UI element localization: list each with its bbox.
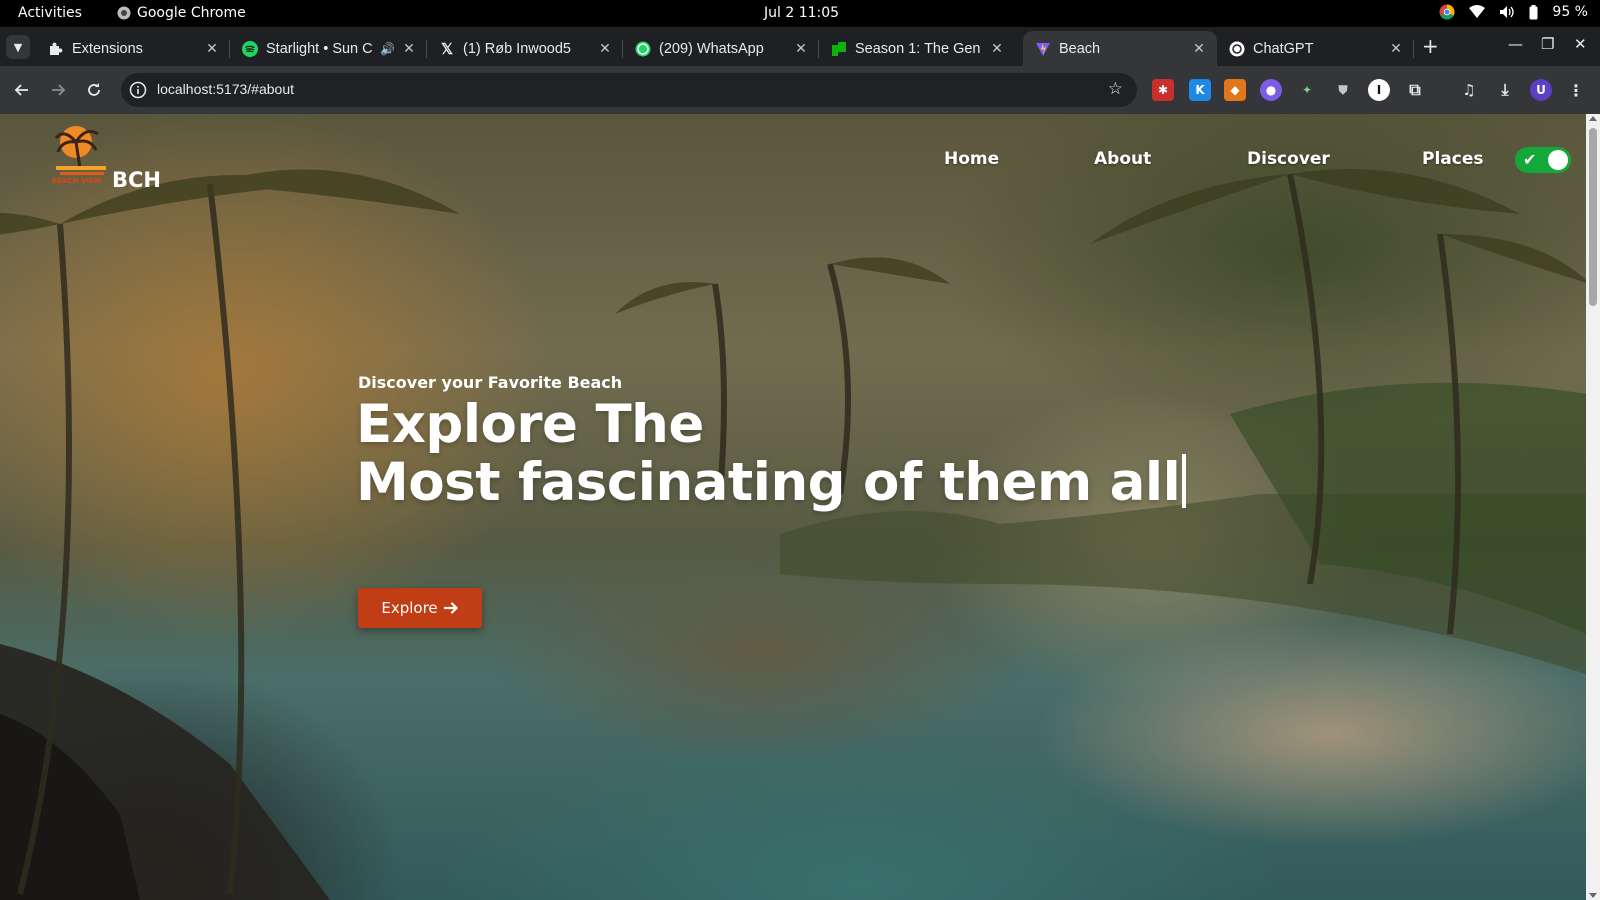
scrollbar-thumb[interactable] (1589, 128, 1597, 306)
restore-icon[interactable]: ❐ (1541, 35, 1554, 53)
tab-spotify[interactable]: Starlight • Sun C 🔊 ✕ (230, 31, 427, 66)
address-bar[interactable]: localhost:5173/#about ☆ (121, 73, 1137, 107)
tab-title: ChatGPT (1253, 40, 1314, 57)
close-tab-icon[interactable]: ✕ (597, 40, 613, 57)
chrome-app-icon (117, 6, 131, 20)
tab-title: Extensions (72, 40, 143, 57)
arrow-right-icon (52, 84, 66, 96)
chrome-indicator-icon (1439, 4, 1455, 20)
tab-chatgpt[interactable]: ChatGPT ✕ (1217, 31, 1414, 66)
tab-title: (209) WhatsApp (659, 40, 764, 57)
tab-title: (1) Røb Inwood5 (463, 40, 571, 57)
explore-button-label: Explore (381, 599, 438, 617)
audio-playing-icon[interactable]: 🔊 (380, 42, 395, 56)
scroll-up-arrow[interactable] (1589, 116, 1597, 121)
download-icon[interactable]: ⤓ (1494, 79, 1516, 101)
tab-beach[interactable]: Beach ✕ (1023, 31, 1217, 66)
close-tab-icon[interactable]: ✕ (204, 40, 220, 57)
activities-button[interactable]: Activities (18, 5, 82, 21)
url-text[interactable]: localhost:5173/#about (157, 81, 294, 97)
reload-icon (88, 83, 100, 96)
brand-name[interactable]: BCH (112, 168, 161, 192)
chevron-down-icon: ▼ (13, 40, 23, 54)
media-control-icon[interactable]: ♫ (1458, 79, 1480, 101)
explore-button[interactable]: Explore (358, 588, 482, 628)
tab-whatsapp[interactable]: (209) WhatsApp ✕ (623, 31, 819, 66)
back-button[interactable] (10, 78, 34, 102)
tab-x[interactable]: 𝕏 (1) Røb Inwood5 ✕ (427, 31, 623, 66)
close-tab-icon[interactable]: ✕ (793, 40, 809, 57)
extension-leaf-icon[interactable]: ✦ (1296, 79, 1318, 101)
tab-title: Beach (1059, 40, 1101, 57)
battery-icon (1529, 4, 1538, 19)
system-top-bar: Activities Google Chrome Jul 2 11:05 95 … (0, 0, 1600, 27)
hero-eyebrow: Discover your Favorite Beach (358, 373, 623, 392)
tab-strip: ▼ Extensions ✕ Starlight • Sun C 🔊 ✕ 𝕏 (… (0, 27, 1600, 66)
hero-headline-line-2: Most fascinating of them all (356, 452, 1187, 513)
site-info-icon[interactable] (129, 81, 147, 99)
clock[interactable]: Jul 2 11:05 (764, 5, 839, 21)
spotify-icon (242, 40, 258, 57)
close-tab-icon[interactable]: ✕ (1191, 40, 1207, 57)
bookmark-star-icon[interactable]: ☆ (1108, 79, 1123, 99)
minimize-icon[interactable]: — (1508, 35, 1523, 53)
app-menu[interactable]: Google Chrome (117, 5, 246, 21)
more-menu-icon[interactable]: ⋮ (1565, 79, 1587, 101)
app-menu-label: Google Chrome (137, 5, 246, 21)
hero-headline-text: Most fascinating of them all (356, 452, 1181, 513)
hero-headline-line-1: Explore The (356, 394, 704, 455)
volume-icon (1500, 6, 1515, 18)
extension-k-icon[interactable]: K (1189, 79, 1211, 101)
wifi-icon (1469, 5, 1486, 18)
tab-season[interactable]: Season 1: The Gen ✕ (819, 31, 1015, 66)
shield-icon[interactable]: ⛊ (1332, 79, 1354, 101)
whatsapp-icon (635, 41, 651, 57)
typing-caret (1182, 454, 1187, 508)
extensions-puzzle-icon[interactable]: ⧉ (1404, 79, 1426, 101)
vite-icon (1035, 41, 1051, 57)
close-tab-icon[interactable]: ✕ (401, 40, 417, 57)
extension-purple-icon[interactable]: ● (1260, 79, 1282, 101)
toggle-knob (1548, 150, 1568, 170)
new-tab-button[interactable]: + (1422, 35, 1439, 57)
nav-about[interactable]: About (1094, 149, 1151, 169)
reload-button[interactable] (82, 78, 106, 102)
tab-title: Starlight • Sun C (266, 40, 373, 57)
close-tab-icon[interactable]: ✕ (989, 40, 1005, 57)
page-viewport: BEACH VIEW BCH Home About Discover Place… (0, 114, 1586, 900)
arrow-right-icon (443, 602, 458, 614)
profile-avatar[interactable]: U (1530, 79, 1552, 101)
close-window-icon[interactable]: ✕ (1574, 35, 1587, 53)
page-scrollbar[interactable] (1586, 114, 1600, 900)
tab-search-button[interactable]: ▼ (6, 35, 30, 59)
system-tray[interactable]: 95 % (1439, 4, 1588, 20)
x-logo-icon: 𝕏 (440, 40, 454, 58)
tab-extensions[interactable]: Extensions ✕ (36, 31, 230, 66)
nav-home[interactable]: Home (944, 149, 999, 169)
logo-wordmark: BEACH VIEW (52, 177, 102, 185)
forward-button[interactable] (46, 78, 70, 102)
extension-i-icon[interactable]: I (1368, 79, 1390, 101)
green-flag-icon (831, 41, 847, 57)
nav-places[interactable]: Places (1422, 149, 1483, 169)
check-icon: ✔ (1523, 150, 1537, 169)
scroll-down-arrow[interactable] (1589, 893, 1597, 898)
tab-title: Season 1: The Gen (855, 40, 981, 57)
browser-toolbar: localhost:5173/#about ☆ ✱ K ◆ ● ✦ ⛊ I ⧉ … (0, 66, 1600, 114)
arrow-left-icon (14, 84, 28, 96)
metamask-icon[interactable]: ◆ (1224, 79, 1246, 101)
puzzle-icon (48, 41, 64, 57)
openai-icon (1229, 41, 1245, 57)
theme-toggle[interactable]: ✔ (1515, 147, 1571, 173)
close-tab-icon[interactable]: ✕ (1388, 40, 1404, 57)
tab-separator (1413, 40, 1414, 58)
battery-percent: 95 % (1552, 4, 1588, 20)
extension-red-icon[interactable]: ✱ (1152, 79, 1174, 101)
nav-discover[interactable]: Discover (1247, 149, 1330, 169)
